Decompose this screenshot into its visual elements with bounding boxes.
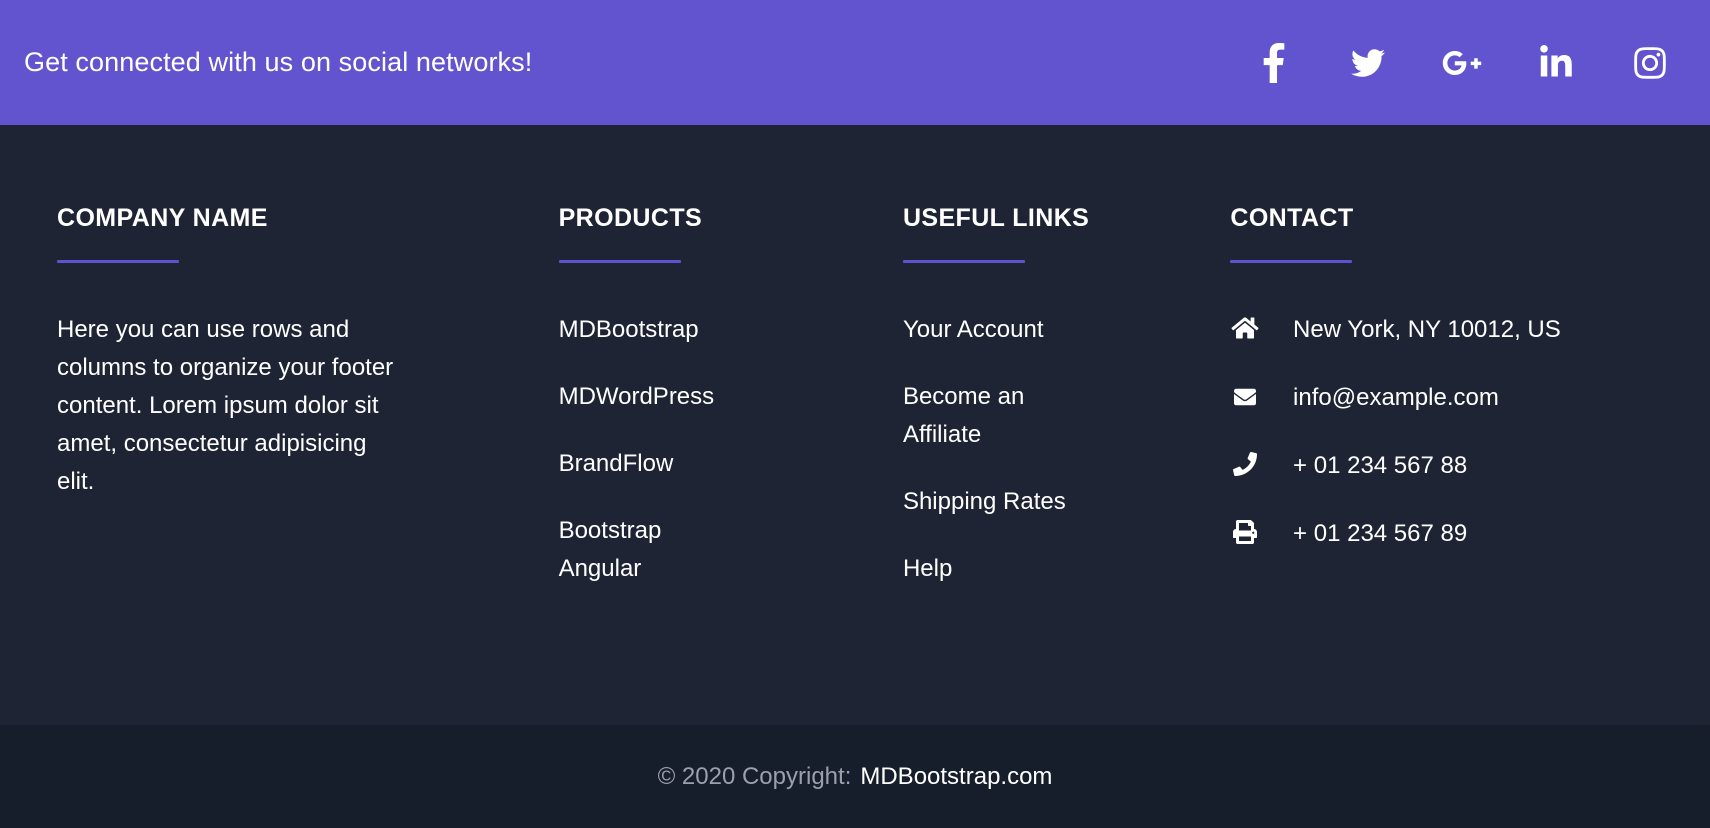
contact-address-text: New York, NY 10012, US [1293,315,1561,343]
footer-column-contact: Contact New York, NY 10012, US [1208,204,1686,725]
useful-link-list: Your Account Become an Affiliate Shippin… [903,311,1192,588]
list-item: Bootstrap Angular [559,512,864,588]
copyright-text: © 2020 Copyright: [657,762,852,790]
contact-column-title: Contact [1230,204,1354,232]
useful-links-column-title: Useful links [902,204,1090,232]
title-underline [57,259,179,263]
company-column-body: Here you can use rows and columns to org… [57,311,506,501]
products-column-title: Products [558,204,703,232]
contact-phone-text: + 01 234 567 88 [1293,451,1468,479]
copyright-brand-link[interactable]: MDBootstrap.com [860,763,1052,791]
site-footer: Get connected with us on social networks… [0,0,1710,828]
title-underline [902,259,1025,263]
contact-phone: + 01 234 567 88 [1230,447,1670,485]
title-underline [558,259,681,263]
products-column-body: MDBootstrap MDWordPress BrandFlow Bootst… [559,311,864,588]
product-link-mdwordpress[interactable]: MDWordPress [559,378,715,416]
social-tagline: Get connected with us on social networks… [24,47,533,78]
contact-column-body: New York, NY 10012, US info@example.com [1230,311,1670,553]
envelope-icon [1230,386,1260,408]
contact-fax-text: + 01 234 567 89 [1293,519,1468,547]
list-item: MDBootstrap [559,311,864,349]
copyright-bar: © 2020 Copyright: MDBootstrap.com [0,725,1710,828]
contact-address: New York, NY 10012, US [1230,311,1670,349]
contact-fax: + 01 234 567 89 [1230,515,1670,553]
useful-links-column-body: Your Account Become an Affiliate Shippin… [903,311,1192,588]
company-description: Here you can use rows and columns to org… [57,315,394,495]
contact-list: New York, NY 10012, US info@example.com [1230,311,1670,553]
useful-link-your-account[interactable]: Your Account [903,311,1044,349]
useful-link-become-an-affiliate[interactable]: Become an Affiliate [903,378,1103,454]
home-icon [1230,316,1260,340]
phone-icon [1230,451,1260,476]
social-header-bar: Get connected with us on social networks… [0,0,1710,125]
product-link-bootstrap-angular[interactable]: Bootstrap Angular [559,512,739,588]
list-item: Help [903,550,1192,588]
contact-email-text: info@example.com [1293,383,1499,411]
list-item: Become an Affiliate [903,378,1192,454]
contact-email: info@example.com [1230,379,1670,417]
list-item: Shipping Rates [903,483,1192,521]
footer-column-company: Company name Here you can use rows and c… [24,204,522,725]
useful-link-help[interactable]: Help [903,550,952,588]
list-item: BrandFlow [559,445,864,483]
footer-column-useful-links: Useful links Your Account Become an Affi… [880,204,1208,725]
product-link-brandflow[interactable]: BrandFlow [559,445,674,483]
products-link-list: MDBootstrap MDWordPress BrandFlow Bootst… [559,311,864,588]
title-underline [1230,259,1353,263]
social-icon-group [1252,41,1682,85]
linkedin-icon[interactable] [1534,41,1578,85]
footer-column-products: Products MDBootstrap MDWordPress BrandFl… [522,204,880,725]
product-link-mdbootstrap[interactable]: MDBootstrap [559,311,699,349]
printer-icon [1230,519,1260,544]
google-plus-icon[interactable] [1440,41,1484,85]
list-item: MDWordPress [559,378,864,416]
company-column-title: Company name [57,204,268,232]
useful-link-shipping-rates[interactable]: Shipping Rates [903,483,1066,521]
instagram-icon[interactable] [1628,41,1672,85]
list-item: Your Account [903,311,1192,349]
footer-columns: Company name Here you can use rows and c… [0,125,1710,725]
facebook-icon[interactable] [1252,41,1296,85]
twitter-icon[interactable] [1346,41,1390,85]
